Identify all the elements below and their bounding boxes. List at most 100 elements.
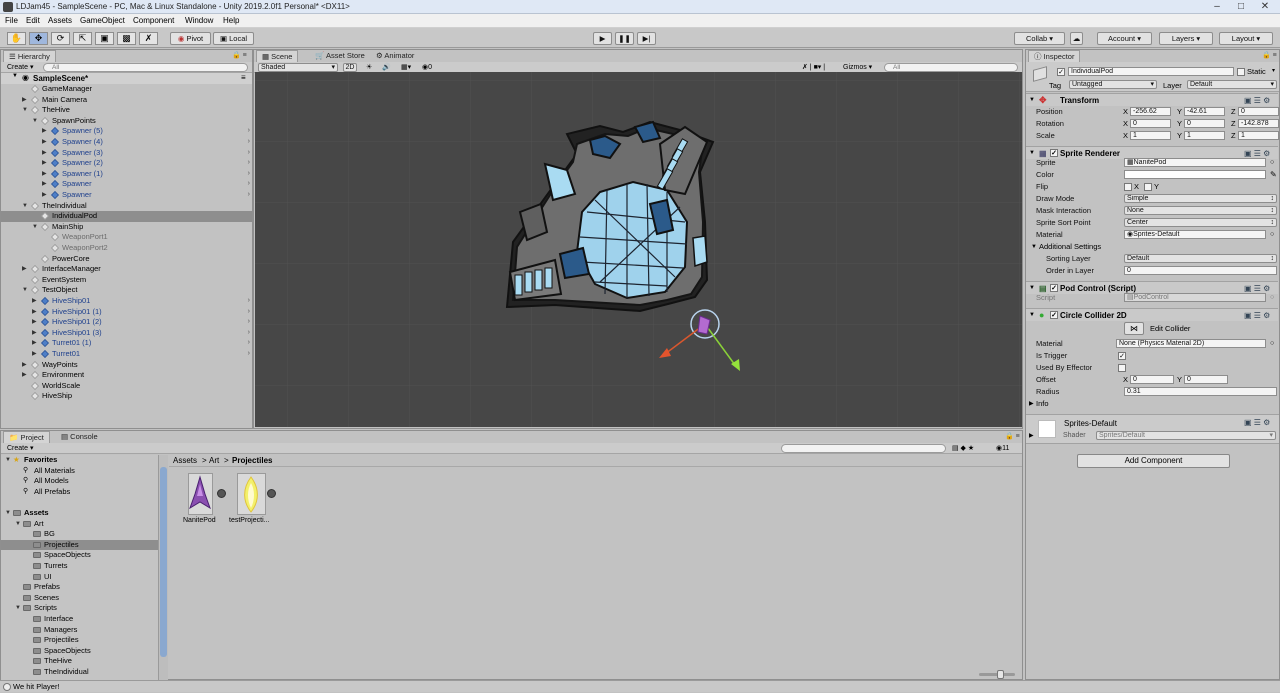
collapse-arrow-icon[interactable]: ▼: [32, 222, 40, 232]
hierarchy-item[interactable]: ▶ InterfaceManager: [1, 264, 252, 275]
pod-control-enabled-checkbox[interactable]: ✓: [1050, 284, 1058, 292]
collapse-arrow-icon[interactable]: ▼: [32, 116, 40, 126]
2d-toggle[interactable]: 2D: [343, 63, 357, 72]
lighting-icon[interactable]: ☀: [366, 63, 372, 71]
project-tree-item[interactable]: TheIndividual: [1, 667, 158, 678]
project-tree-item[interactable]: ▼ ★ Favorites: [1, 455, 158, 466]
open-prefab-chevron-icon[interactable]: ›: [248, 296, 250, 306]
transform-z-field[interactable]: -142.878: [1238, 119, 1279, 128]
hand-tool-icon[interactable]: ✋: [7, 32, 26, 45]
expand-arrow-icon[interactable]: ▶: [22, 360, 30, 370]
collapse-arrow-icon[interactable]: ▼: [5, 455, 13, 465]
collapse-arrow-icon[interactable]: ▼: [15, 519, 23, 529]
collapse-arrow-icon[interactable]: ▼: [22, 285, 30, 295]
transform-x-field[interactable]: -256.62: [1130, 107, 1171, 116]
expand-arrow-icon[interactable]: ▶: [32, 349, 40, 359]
project-tree-item[interactable]: BG: [1, 529, 158, 540]
expand-arrow-icon[interactable]: ▶: [22, 370, 30, 380]
additional-expand-icon[interactable]: ▼: [1031, 241, 1037, 253]
expand-arrow-icon[interactable]: ▶: [42, 126, 50, 136]
menu-component[interactable]: Component: [133, 16, 174, 25]
menu-help[interactable]: Help: [223, 16, 239, 25]
project-search-input[interactable]: [781, 444, 946, 453]
project-create-button[interactable]: Create ▾: [7, 444, 33, 452]
hierarchy-item[interactable]: ▶ Turret01 (1) ›: [1, 338, 252, 349]
hierarchy-item[interactable]: ▶ Turret01 ›: [1, 349, 252, 360]
sprite-picker-icon[interactable]: ○: [1270, 157, 1274, 169]
breadcrumb-assets[interactable]: Assets: [173, 456, 197, 465]
scene-tools-icon[interactable]: ✗ | ■▾ |: [802, 63, 825, 71]
open-prefab-chevron-icon[interactable]: ›: [248, 328, 250, 338]
is-trigger-checkbox[interactable]: ✓: [1118, 352, 1126, 360]
hierarchy-item[interactable]: ▼ SpawnPoints: [1, 116, 252, 127]
sr-material-field[interactable]: ◉Sprites-Default: [1124, 230, 1266, 239]
expand-arrow-icon[interactable]: ▶: [32, 307, 40, 317]
effector-checkbox[interactable]: [1118, 364, 1126, 372]
tab-hierarchy[interactable]: ☰ Hierarchy: [3, 50, 56, 62]
expand-arrow-icon[interactable]: ▶: [42, 190, 50, 200]
hierarchy-item[interactable]: ▶ Spawner ›: [1, 179, 252, 190]
project-tree-item[interactable]: Interface: [1, 614, 158, 625]
open-prefab-chevron-icon[interactable]: ›: [248, 349, 250, 359]
open-prefab-chevron-icon[interactable]: ›: [248, 148, 250, 158]
flip-y-checkbox[interactable]: [1144, 183, 1152, 191]
hierarchy-item[interactable]: ▶ Spawner (4) ›: [1, 137, 252, 148]
hierarchy-item[interactable]: ▶ HiveShip01 (1) ›: [1, 307, 252, 318]
audio-icon[interactable]: 🔊: [382, 63, 391, 71]
gizmos-dropdown[interactable]: Gizmos ▾: [843, 63, 872, 71]
menu-gameobject[interactable]: GameObject: [80, 16, 125, 25]
open-prefab-chevron-icon[interactable]: ›: [248, 137, 250, 147]
expand-arrow-icon[interactable]: ▶: [32, 317, 40, 327]
collider-material-field[interactable]: None (Physics Material 2D): [1116, 339, 1266, 348]
transform-x-field[interactable]: 0: [1130, 119, 1171, 128]
hierarchy-item[interactable]: EventSystem: [1, 275, 252, 286]
tab-inspector[interactable]: ⓘ Inspector: [1028, 50, 1081, 62]
hierarchy-item[interactable]: PowerCore: [1, 254, 252, 265]
transform-y-field[interactable]: -42.61: [1184, 107, 1225, 116]
inspector-lock-icon[interactable]: 🔒 ≡: [1262, 51, 1277, 59]
expand-arrow-icon[interactable]: ▶: [42, 158, 50, 168]
tag-dropdown[interactable]: Untagged ▾: [1069, 80, 1157, 89]
rect-tool-icon[interactable]: ▣: [95, 32, 114, 45]
sprite-field[interactable]: ▦NanitePod: [1124, 158, 1266, 167]
add-component-button[interactable]: Add Component: [1077, 454, 1230, 468]
flip-x-checkbox[interactable]: [1124, 183, 1132, 191]
open-prefab-chevron-icon[interactable]: ›: [248, 158, 250, 168]
project-tree-item[interactable]: Projectiles: [1, 539, 158, 551]
hierarchy-item[interactable]: ▶ Environment: [1, 370, 252, 381]
hierarchy-item[interactable]: WorldScale: [1, 381, 252, 392]
hierarchy-item[interactable]: ▼ TheHive: [1, 105, 252, 116]
hierarchy-item[interactable]: ▼ TheIndividual: [1, 201, 252, 212]
hierarchy-create-button[interactable]: Create ▾: [7, 63, 33, 71]
open-prefab-chevron-icon[interactable]: ›: [248, 169, 250, 179]
close-icon[interactable]: ✕: [1254, 0, 1276, 13]
shading-mode-dropdown[interactable]: Shaded ▾: [258, 63, 338, 72]
asset-testprojectile-thumbnail[interactable]: [237, 473, 266, 515]
hierarchy-item[interactable]: ▶ HiveShip01 (3) ›: [1, 328, 252, 339]
project-tree-item[interactable]: ▼ Scripts: [1, 603, 158, 614]
scale-tool-icon[interactable]: ⇱: [73, 32, 92, 45]
hidden-packages-icon[interactable]: ◉11: [996, 444, 1009, 452]
project-tree-item[interactable]: SpaceObjects: [1, 646, 158, 657]
tab-project[interactable]: 📁 Project: [3, 431, 50, 443]
breadcrumb-projectiles[interactable]: Projectiles: [232, 456, 272, 465]
slider-thumb[interactable]: [997, 670, 1004, 679]
scene-expand-icon[interactable]: ▼: [12, 73, 18, 79]
expand-arrow-icon[interactable]: ▶: [42, 137, 50, 147]
transform-x-field[interactable]: 1: [1130, 131, 1171, 140]
cloud-icon[interactable]: ☁: [1070, 32, 1083, 45]
lock-icon[interactable]: 🔒 ≡: [232, 51, 247, 59]
transform-tool-icon[interactable]: ▩: [117, 32, 136, 45]
circle-collider-header[interactable]: ▼ ● ✓ Circle Collider 2D ▣ ☰ ⚙: [1026, 308, 1278, 321]
minimize-icon[interactable]: –: [1206, 0, 1228, 13]
expand-arrow-icon[interactable]: ▶: [32, 296, 40, 306]
expand-arrow-icon[interactable]: ▶: [42, 148, 50, 158]
sort-point-dropdown[interactable]: Center ↕: [1124, 218, 1277, 227]
project-tree-item[interactable]: SpaceObjects: [1, 550, 158, 561]
project-tree-item[interactable]: ▼ Assets: [1, 508, 158, 519]
layout-dropdown[interactable]: Layout ▾: [1219, 32, 1273, 45]
transform-header[interactable]: ▼ ✥ Transform ▣ ☰ ⚙: [1026, 93, 1278, 106]
hierarchy-item[interactable]: ▶ Spawner (1) ›: [1, 169, 252, 180]
collab-dropdown[interactable]: Collab ▾: [1014, 32, 1065, 45]
hierarchy-item[interactable]: GameManager: [1, 84, 252, 95]
